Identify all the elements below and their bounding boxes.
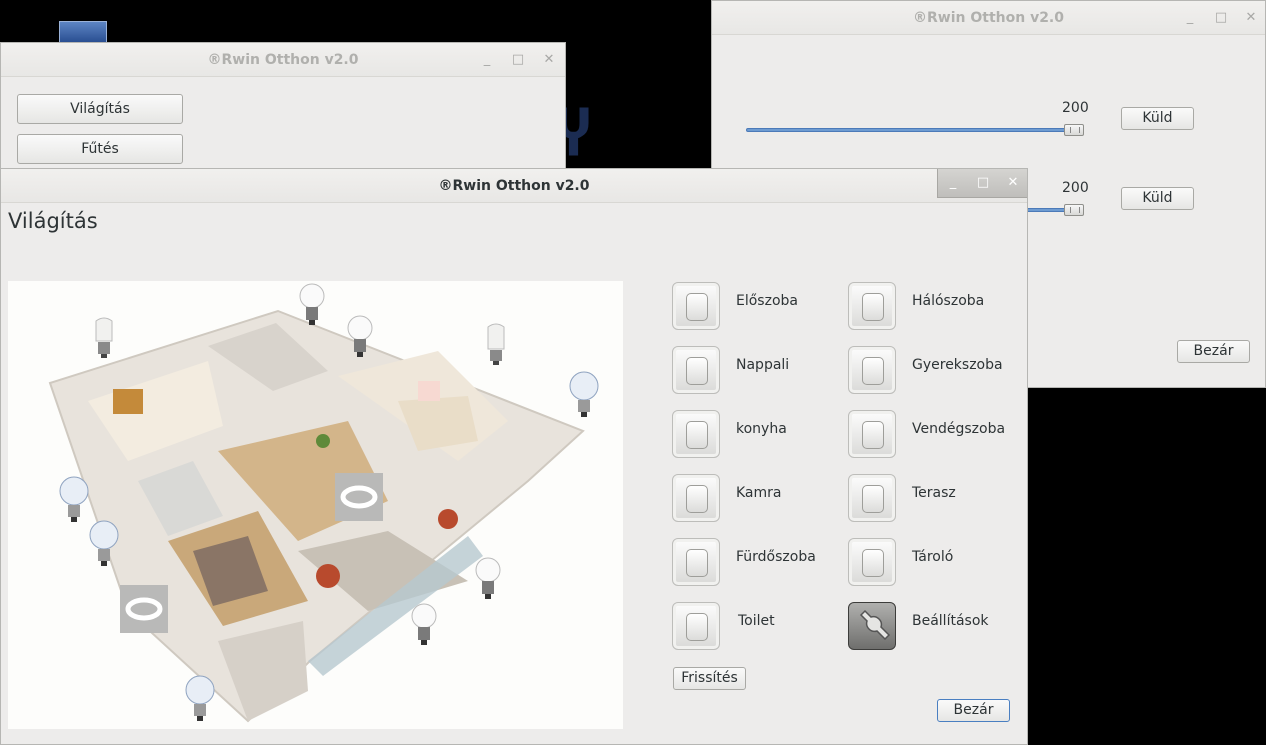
slider-value: 200 <box>1062 180 1089 196</box>
refresh-button[interactable]: Frissítés <box>673 667 746 690</box>
room-label: Előszoba <box>736 293 798 309</box>
minimize-icon[interactable]: _ <box>944 174 962 192</box>
led-strip-icon[interactable] <box>120 585 168 633</box>
room-label: Gyerekszoba <box>912 357 1003 373</box>
toggle-vendegszoba[interactable] <box>848 410 896 458</box>
minimize-icon[interactable]: _ <box>478 51 496 69</box>
page-title: Világítás <box>8 209 98 233</box>
light-bulb-icon[interactable] <box>92 317 116 363</box>
room-label: Toilet <box>738 613 775 629</box>
toggle-furdoszoba[interactable] <box>672 538 720 586</box>
room-label: Kamra <box>736 485 782 501</box>
toggle-nappali[interactable] <box>672 346 720 394</box>
room-label: Vendégszoba <box>912 421 1006 437</box>
desktop-icon[interactable] <box>59 21 107 43</box>
toggle-haloszoba[interactable] <box>848 282 896 330</box>
close-icon[interactable]: ✕ <box>1004 174 1022 192</box>
light-bulb-icon[interactable] <box>411 603 437 651</box>
room-label: Hálószoba <box>912 293 985 309</box>
room-label: Fürdőszoba <box>736 549 816 565</box>
settings-button[interactable] <box>848 602 896 650</box>
light-bulb-icon[interactable] <box>59 475 89 527</box>
lighting-window-titlebar[interactable]: ®Rwin Otthon v2.0 _ □ ✕ <box>1 169 1027 203</box>
light-bulb-icon[interactable] <box>484 323 508 371</box>
light-bulb-icon[interactable] <box>185 674 215 726</box>
window-title: ®Rwin Otthon v2.0 <box>438 178 590 194</box>
lighting-button[interactable]: Világítás <box>17 94 183 124</box>
slider-window-titlebar[interactable]: ®Rwin Otthon v2.0 _ □ ✕ <box>712 1 1265 35</box>
settings-label: Beállítások <box>912 613 989 629</box>
room-label: Tároló <box>912 549 954 565</box>
light-bulb-icon[interactable] <box>569 370 599 422</box>
light-bulb-icon[interactable] <box>475 557 501 605</box>
brightness-slider-handle[interactable] <box>1064 124 1084 136</box>
close-button[interactable]: Bezár <box>937 699 1010 722</box>
toggle-terasz[interactable] <box>848 474 896 522</box>
maximize-icon[interactable]: □ <box>974 174 992 192</box>
led-strip-icon[interactable] <box>335 473 383 521</box>
room-label: Nappali <box>736 357 790 373</box>
toggle-gyerekszoba[interactable] <box>848 346 896 394</box>
send-button[interactable]: Küld <box>1121 107 1194 130</box>
light-bulb-icon[interactable] <box>299 283 325 331</box>
menu-window-titlebar[interactable]: ®Rwin Otthon v2.0 _ □ ✕ <box>1 43 565 77</box>
light-bulb-icon[interactable] <box>347 315 373 363</box>
maximize-icon[interactable]: □ <box>509 51 527 69</box>
room-label: Terasz <box>912 485 956 501</box>
slider-value: 200 <box>1062 100 1089 116</box>
toggle-eloszoba[interactable] <box>672 282 720 330</box>
wrench-icon <box>859 609 891 641</box>
minimize-icon[interactable]: _ <box>1181 9 1199 27</box>
brightness-slider-track[interactable] <box>746 128 1084 132</box>
close-icon[interactable]: ✕ <box>1242 9 1260 27</box>
brightness-slider-handle[interactable] <box>1064 204 1084 216</box>
toggle-toilet[interactable] <box>672 602 720 650</box>
close-button[interactable]: Bezár <box>1177 340 1250 363</box>
maximize-icon[interactable]: □ <box>1212 9 1230 27</box>
toggle-kamra[interactable] <box>672 474 720 522</box>
window-controls: _ □ ✕ <box>937 169 1027 198</box>
toggle-konyha[interactable] <box>672 410 720 458</box>
heating-button[interactable]: Fűtés <box>17 134 183 164</box>
send-button[interactable]: Küld <box>1121 187 1194 210</box>
room-label: konyha <box>736 421 787 437</box>
light-bulb-icon[interactable] <box>89 519 119 571</box>
close-icon[interactable]: ✕ <box>540 51 558 69</box>
toggle-tarolo[interactable] <box>848 538 896 586</box>
lighting-window: ®Rwin Otthon v2.0 _ □ ✕ Világítás Előszo… <box>0 168 1028 745</box>
